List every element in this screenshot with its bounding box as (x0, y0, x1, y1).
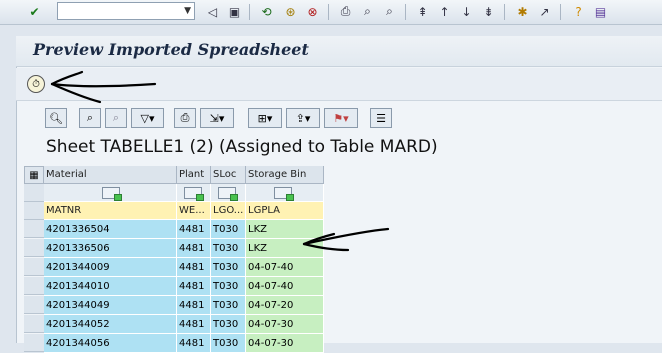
table-cell[interactable]: LKZ (246, 220, 324, 239)
column-filter-cell (246, 184, 324, 202)
row-selector[interactable] (24, 202, 44, 220)
column-header-storage-bin[interactable]: Storage Bin (246, 166, 324, 184)
column-header-sloc[interactable]: SLoc (211, 166, 246, 184)
table-cell[interactable]: 04-07-30 (246, 315, 324, 334)
row-selector[interactable] (24, 296, 44, 314)
flag-icon[interactable]: ⚑▾ (324, 108, 358, 128)
table-cell[interactable]: T030 (211, 334, 246, 353)
find-icon[interactable]: ⌕ (359, 3, 376, 20)
technical-name-cell: MATNR (44, 202, 177, 220)
find-next-icon[interactable]: ⌕ (381, 3, 398, 20)
export-icon[interactable]: ⇲▾ (200, 108, 234, 128)
save-icon[interactable]: ▣ (226, 3, 243, 20)
list-icon[interactable]: ☰ (370, 108, 392, 128)
table-cell[interactable]: T030 (211, 315, 246, 334)
create-session-icon[interactable]: ✱ (514, 3, 531, 20)
print-icon[interactable]: ⎙ (174, 108, 196, 128)
table-cell[interactable]: 4201336504 (44, 220, 177, 239)
system-toolbar: ✔ ▼ ◁ ▣ ⟲ ⊛ ⊗ ⎙ ⌕ ⌕ ⇞ ↑ ↓ ⇟ ✱ ↗ ? ▤ (0, 0, 662, 25)
table-cell[interactable]: 4201344056 (44, 334, 177, 353)
table-cell[interactable]: LKZ (246, 239, 324, 258)
row-selector[interactable] (24, 184, 44, 202)
row-selector[interactable] (24, 258, 44, 276)
previous-page-icon[interactable]: ↑ (436, 3, 453, 20)
row-selector[interactable] (24, 277, 44, 295)
chevron-down-icon[interactable]: ▼ (184, 6, 191, 16)
field-assign-icon[interactable] (274, 187, 294, 201)
page-title: Preview Imported Spreadsheet (33, 40, 309, 59)
row-selector[interactable] (24, 334, 44, 352)
last-page-icon[interactable]: ⇟ (480, 3, 497, 20)
table-cell[interactable]: 4481 (177, 296, 211, 315)
customize-layout-icon[interactable]: ▤ (592, 3, 609, 20)
field-assign-icon[interactable] (102, 187, 122, 201)
table-cell[interactable]: 4201344049 (44, 296, 177, 315)
table-cell[interactable]: 4201344010 (44, 277, 177, 296)
left-frame-border (0, 25, 16, 343)
back-triangle-icon[interactable]: ◁ (204, 3, 221, 20)
clock-execute-icon[interactable]: ⏱ (27, 75, 45, 93)
toolbar-divider (405, 4, 406, 20)
table-cell[interactable]: 4201336506 (44, 239, 177, 258)
filter-icon[interactable]: ▽▾ (131, 108, 164, 128)
table-cell[interactable]: 4481 (177, 220, 211, 239)
technical-name-cell: LGO... (211, 202, 246, 220)
table-cell[interactable]: 4201344009 (44, 258, 177, 277)
table-cell[interactable]: T030 (211, 239, 246, 258)
sheet-title: Sheet TABELLE1 (2) (Assigned to Table MA… (46, 137, 438, 157)
find-icon[interactable]: ⌕ (79, 108, 101, 128)
table-cell[interactable]: 4481 (177, 315, 211, 334)
table-cell[interactable]: 04-07-40 (246, 258, 324, 277)
technical-name-cell: WE... (177, 202, 211, 220)
row-selector[interactable] (24, 220, 44, 238)
command-field[interactable]: ▼ (57, 2, 195, 20)
row-selector[interactable] (24, 315, 44, 333)
column-filter-cell (44, 184, 177, 202)
table-cell[interactable]: 4481 (177, 334, 211, 353)
row-selector[interactable] (24, 239, 44, 257)
upload-icon[interactable]: ⇪▾ (286, 108, 320, 128)
select-all-icon[interactable]: ▦ (24, 166, 44, 184)
toolbar-divider (560, 4, 561, 20)
technical-name-cell: LGPLA (246, 202, 324, 220)
table-cell[interactable]: 4481 (177, 258, 211, 277)
cancel-icon[interactable]: ⊗ (304, 3, 321, 20)
table-cell[interactable]: 4201344052 (44, 315, 177, 334)
table-cell[interactable]: 4481 (177, 239, 211, 258)
table-cell[interactable]: 04-07-40 (246, 277, 324, 296)
column-filter-cell (177, 184, 211, 202)
table-cell[interactable]: 04-07-20 (246, 296, 324, 315)
first-page-icon[interactable]: ⇞ (414, 3, 431, 20)
field-assign-icon[interactable] (218, 187, 238, 201)
column-filter-cell (211, 184, 246, 202)
column-header-plant[interactable]: Plant (177, 166, 211, 184)
next-page-icon[interactable]: ↓ (458, 3, 475, 20)
checkmark-icon[interactable]: ✔ (26, 3, 43, 20)
shortcut-icon[interactable]: ↗ (536, 3, 553, 20)
column-header-material[interactable]: Material (44, 166, 177, 184)
application-toolbar (16, 68, 662, 101)
help-icon[interactable]: ? (570, 3, 587, 20)
layout-icon[interactable]: ⊞▾ (248, 108, 282, 128)
table-cell[interactable]: 04-07-30 (246, 334, 324, 353)
toolbar-divider (504, 4, 505, 20)
print-icon[interactable]: ⎙ (337, 3, 354, 20)
back-icon[interactable]: ⟲ (258, 3, 275, 20)
table-cell[interactable]: T030 (211, 258, 246, 277)
table-cell[interactable]: T030 (211, 277, 246, 296)
table-cell[interactable]: T030 (211, 296, 246, 315)
toolbar-divider (249, 4, 250, 20)
table-cell[interactable]: T030 (211, 220, 246, 239)
find-next-icon[interactable]: ⌕ (105, 108, 127, 128)
details-icon[interactable]: 🔍︎ (45, 108, 67, 128)
exit-icon[interactable]: ⊛ (282, 3, 299, 20)
table-cell[interactable]: 4481 (177, 277, 211, 296)
toolbar-divider (328, 4, 329, 20)
field-assign-icon[interactable] (184, 187, 204, 201)
